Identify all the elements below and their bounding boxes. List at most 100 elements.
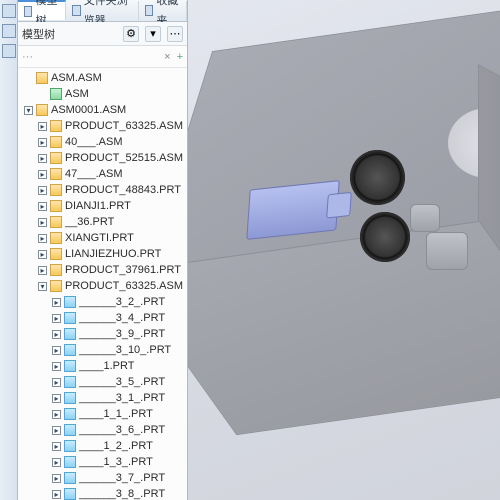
node-label: ______3_8_.PRT: [79, 486, 165, 500]
prt-icon: [64, 312, 76, 324]
tree-row[interactable]: ▸ ______3_4_.PRT: [18, 310, 187, 326]
expand-icon[interactable]: ▸: [52, 314, 61, 323]
tree-row[interactable]: ▸ ______3_10_.PRT: [18, 342, 187, 358]
tree-row[interactable]: ▸ DIANJI1.PRT: [18, 198, 187, 214]
rail-icon-1[interactable]: [2, 4, 16, 18]
prt-icon: [64, 424, 76, 436]
tree-row[interactable]: ▸____1_2_.PRT: [18, 438, 187, 454]
asm-icon: [36, 72, 48, 84]
tree-row[interactable]: ▸ ______3_7_.PRT: [18, 470, 187, 486]
tree-row[interactable]: ▸______3_5_.PRT: [18, 374, 187, 390]
search-input[interactable]: ···: [22, 51, 158, 63]
tree-row[interactable]: ▸ PRODUCT_63325.ASM: [18, 118, 187, 134]
tree-row[interactable]: ▸PRODUCT_52515.ASM: [18, 150, 187, 166]
tab-2[interactable]: 收藏夹: [139, 1, 187, 21]
prt-icon: [64, 392, 76, 404]
gear-lower: [360, 212, 410, 262]
tree-icon: [24, 6, 32, 17]
cylinder-small: [410, 204, 440, 232]
tree-row[interactable]: ▸______3_9_.PRT: [18, 326, 187, 342]
expand-icon[interactable]: ▸: [38, 122, 47, 131]
collapse-icon[interactable]: ▾: [38, 282, 47, 291]
tree-row[interactable]: ▸40___.ASM: [18, 134, 187, 150]
rail-icon-2[interactable]: [2, 24, 16, 38]
tree-row[interactable]: ▸ LIANJIEZHUO.PRT: [18, 246, 187, 262]
expand-icon[interactable]: ▸: [52, 458, 61, 467]
expand-icon[interactable]: ▸: [38, 202, 47, 211]
toolbar-btn-settings[interactable]: ⚙: [123, 26, 139, 42]
tree-row[interactable]: ASM: [18, 86, 187, 102]
model-tree[interactable]: ASM.ASMASM ▾ ASM0001.ASM ▸ PRODUCT_63325.ASM…: [18, 68, 187, 500]
expand-icon[interactable]: ▸: [38, 234, 47, 243]
asm-icon: [50, 120, 62, 132]
chevron-down-icon: ▾: [150, 27, 156, 40]
search-row: ··· × +: [18, 46, 187, 68]
tree-row[interactable]: ▸ ______3_8_.PRT: [18, 486, 187, 500]
motor-part: [246, 180, 339, 240]
node-label: PRODUCT_37961.PRT: [65, 262, 181, 278]
expand-icon[interactable]: ▸: [52, 442, 61, 451]
node-label: LIANJIEZHUO.PRT: [65, 246, 161, 262]
expand-icon[interactable]: ▸: [38, 266, 47, 275]
tree-row[interactable]: ▸____1.PRT: [18, 358, 187, 374]
tree-row[interactable]: ▸ PRODUCT_37961.PRT: [18, 262, 187, 278]
prt-icon: [64, 408, 76, 420]
star-icon: [145, 5, 153, 16]
node-label: ______3_4_.PRT: [79, 310, 165, 326]
tree-row[interactable]: ▸__36.PRT: [18, 214, 187, 230]
toolbar-btn-more[interactable]: ⋯: [167, 26, 183, 42]
tree-row[interactable]: ▸PRODUCT_48843.PRT: [18, 182, 187, 198]
expand-icon[interactable]: ▸: [38, 250, 47, 259]
tree-row[interactable]: ▸______3_1_.PRT: [18, 390, 187, 406]
expand-icon[interactable]: ▸: [52, 378, 61, 387]
expand-icon[interactable]: ▸: [52, 474, 61, 483]
twist-blank: [38, 90, 47, 99]
more-icon: ⋯: [170, 27, 181, 40]
node-label: ASM: [65, 86, 89, 102]
tree-row[interactable]: ASM.ASM: [18, 70, 187, 86]
expand-icon[interactable]: ▸: [38, 186, 47, 195]
node-label: ______3_10_.PRT: [79, 342, 171, 358]
node-label: ASM.ASM: [51, 70, 102, 86]
collapse-icon[interactable]: ▾: [24, 106, 33, 115]
gear-icon: ⚙: [126, 27, 136, 40]
plus-icon[interactable]: +: [177, 51, 183, 63]
tab-1[interactable]: 文件夹浏览器: [66, 1, 139, 21]
expand-icon[interactable]: ▸: [38, 218, 47, 227]
expand-icon[interactable]: ▸: [38, 170, 47, 179]
tree-row[interactable]: ▸______3_2_.PRT: [18, 294, 187, 310]
expand-icon[interactable]: ▸: [52, 490, 61, 499]
expand-icon[interactable]: ▸: [52, 410, 61, 419]
toolbar-btn-dropdown[interactable]: ▾: [145, 26, 161, 42]
prt-icon: [64, 296, 76, 308]
viewport-3d[interactable]: [188, 0, 500, 500]
tree-row[interactable]: ▸______3_6_.PRT: [18, 422, 187, 438]
prt-icon: [64, 440, 76, 452]
tree-row[interactable]: ▸XIANGTI.PRT: [18, 230, 187, 246]
expand-icon[interactable]: ▸: [52, 426, 61, 435]
tab-0[interactable]: 模型树: [18, 0, 66, 20]
rail-icon-3[interactable]: [2, 44, 16, 58]
node-label: DIANJI1.PRT: [65, 198, 131, 214]
tree-row[interactable]: ▾ ASM0001.ASM: [18, 102, 187, 118]
prt-icon: [64, 328, 76, 340]
close-icon[interactable]: ×: [164, 51, 170, 63]
node-label: ______3_7_.PRT: [79, 470, 165, 486]
expand-icon[interactable]: ▸: [38, 154, 47, 163]
expand-icon[interactable]: ▸: [52, 330, 61, 339]
expand-icon[interactable]: ▸: [38, 138, 47, 147]
left-rail: [0, 0, 18, 500]
node-label: PRODUCT_63325.ASM: [65, 278, 183, 294]
twist-blank: [24, 74, 33, 83]
expand-icon[interactable]: ▸: [52, 298, 61, 307]
expand-icon[interactable]: ▸: [52, 362, 61, 371]
expand-icon[interactable]: ▸: [52, 394, 61, 403]
tree-row[interactable]: ▾ PRODUCT_63325.ASM: [18, 278, 187, 294]
tree-row[interactable]: ▸____1_1_.PRT: [18, 406, 187, 422]
gear-upper: [350, 150, 405, 205]
node-label: PRODUCT_63325.ASM: [65, 118, 183, 134]
tree-row[interactable]: ▸47___.ASM: [18, 166, 187, 182]
node-label: ASM0001.ASM: [51, 102, 126, 118]
expand-icon[interactable]: ▸: [52, 346, 61, 355]
tree-row[interactable]: ▸____1_3_.PRT: [18, 454, 187, 470]
